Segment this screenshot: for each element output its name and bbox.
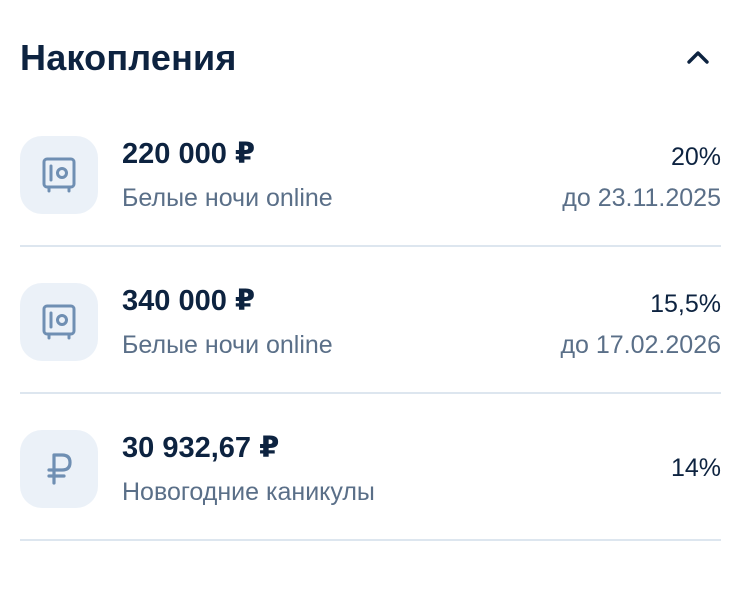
account-icon-box bbox=[20, 283, 98, 361]
savings-item[interactable]: 30 932,67 ₽ Новогодние каникулы 14% bbox=[20, 394, 721, 541]
collapse-button[interactable] bbox=[680, 40, 716, 76]
ruble-icon bbox=[47, 453, 72, 485]
account-amount: 220 000 ₽ bbox=[122, 138, 256, 170]
section-title: Накопления bbox=[20, 37, 237, 78]
account-rate: 14% bbox=[670, 454, 721, 482]
account-icon-box bbox=[20, 430, 98, 508]
account-amount: 30 932,67 ₽ bbox=[122, 432, 280, 464]
chevron-up-icon bbox=[687, 51, 709, 64]
account-rate: 20% bbox=[670, 143, 721, 171]
account-icon-box bbox=[20, 136, 98, 214]
account-name: Новогодние каникулы bbox=[122, 478, 375, 506]
savings-item[interactable]: 220 000 ₽ Белые ночи online 20% до 23.11… bbox=[20, 100, 721, 247]
account-rate: 15,5% bbox=[650, 290, 721, 318]
account-term: до 23.11.2025 bbox=[562, 184, 721, 212]
account-name: Белые ночи online bbox=[122, 331, 333, 359]
safe-icon bbox=[42, 157, 76, 193]
account-term: до 17.02.2026 bbox=[560, 331, 721, 359]
account-amount: 340 000 ₽ bbox=[122, 285, 256, 317]
savings-section-header: Накопления bbox=[20, 28, 720, 88]
safe-icon bbox=[42, 304, 76, 340]
savings-list: 220 000 ₽ Белые ночи online 20% до 23.11… bbox=[20, 100, 721, 541]
account-name: Белые ночи online bbox=[122, 184, 333, 212]
savings-item[interactable]: 340 000 ₽ Белые ночи online 15,5% до 17.… bbox=[20, 247, 721, 394]
